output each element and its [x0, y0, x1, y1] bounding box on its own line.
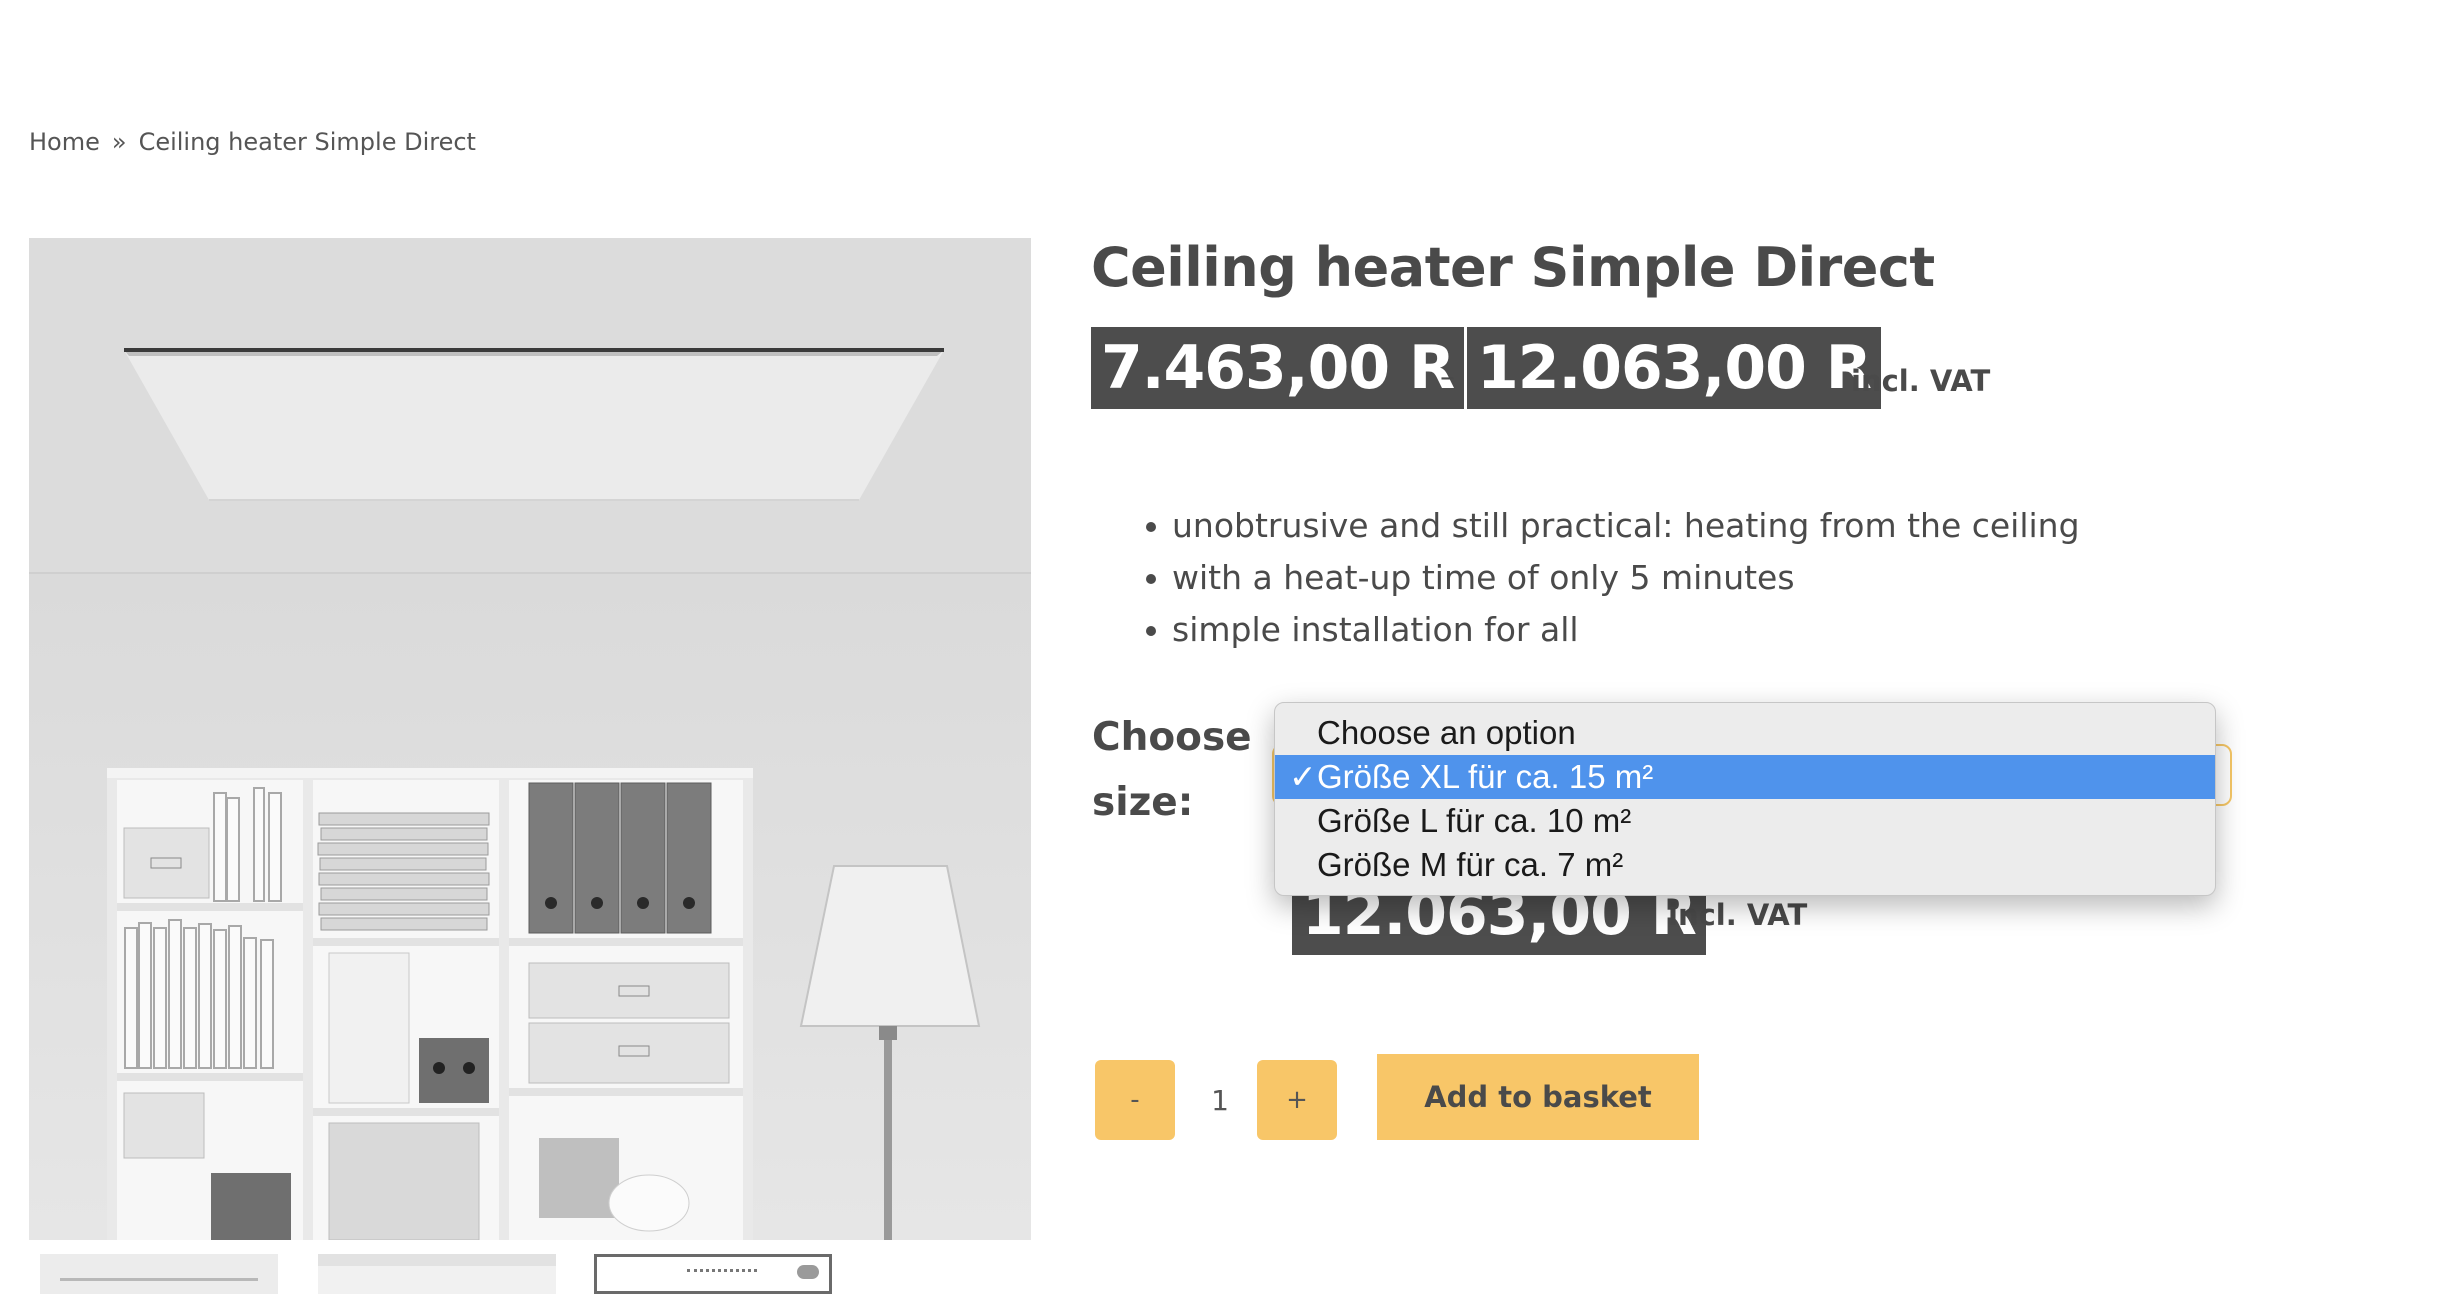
option-label: Choose an option — [1317, 714, 1576, 751]
vat-note: incl. VAT — [1851, 364, 1991, 398]
checkmark-icon: ✓ — [1289, 758, 1317, 795]
feature-list: unobtrusive and still practical: heating… — [1140, 500, 2080, 656]
price-max: 12.063,00 R — [1467, 327, 1881, 409]
feature-item: with a heat-up time of only 5 minutes — [1140, 552, 2080, 604]
size-label-line1: Choose — [1092, 715, 1252, 760]
size-option-l[interactable]: Größe L für ca. 10 m² — [1275, 799, 2215, 843]
breadcrumb-home-link[interactable]: Home — [29, 128, 100, 156]
feature-item: simple installation for all — [1140, 604, 2080, 656]
breadcrumb: Home » Ceiling heater Simple Direct — [29, 128, 476, 156]
thumbnail-2[interactable] — [318, 1254, 556, 1294]
quantity-decrease-button[interactable]: - — [1095, 1060, 1175, 1140]
price-min: 7.463,00 R — [1091, 327, 1465, 409]
price-range-separator: – — [1440, 360, 1455, 395]
feature-item: unobtrusive and still practical: heating… — [1140, 500, 2080, 552]
ceiling-heater-room-illustration — [29, 238, 1031, 1240]
breadcrumb-current: Ceiling heater Simple Direct — [138, 128, 476, 156]
breadcrumb-separator: » — [111, 128, 127, 156]
quantity-increase-button[interactable]: + — [1257, 1060, 1337, 1140]
add-to-basket-button[interactable]: Add to basket — [1377, 1054, 1699, 1140]
thumbnail-3[interactable] — [594, 1254, 832, 1294]
size-label-line2: size: — [1092, 780, 1194, 825]
size-option-placeholder[interactable]: Choose an option — [1275, 711, 2215, 755]
product-image[interactable] — [29, 238, 1031, 1240]
size-option-xl[interactable]: ✓ Größe XL für ca. 15 m² — [1275, 755, 2215, 799]
thumbnail-1[interactable] — [40, 1254, 278, 1294]
product-title: Ceiling heater Simple Direct — [1091, 236, 1935, 299]
option-label: Größe XL für ca. 15 m² — [1317, 758, 1654, 795]
variation-vat-note: incl. VAT — [1668, 898, 1808, 932]
option-label: Größe L für ca. 10 m² — [1317, 802, 1632, 839]
quantity-input[interactable] — [1180, 1060, 1260, 1140]
option-label: Größe M für ca. 7 m² — [1317, 846, 1624, 883]
size-option-m[interactable]: Größe M für ca. 7 m² — [1275, 843, 2215, 887]
size-dropdown-menu: Choose an option ✓ Größe XL für ca. 15 m… — [1274, 702, 2216, 896]
